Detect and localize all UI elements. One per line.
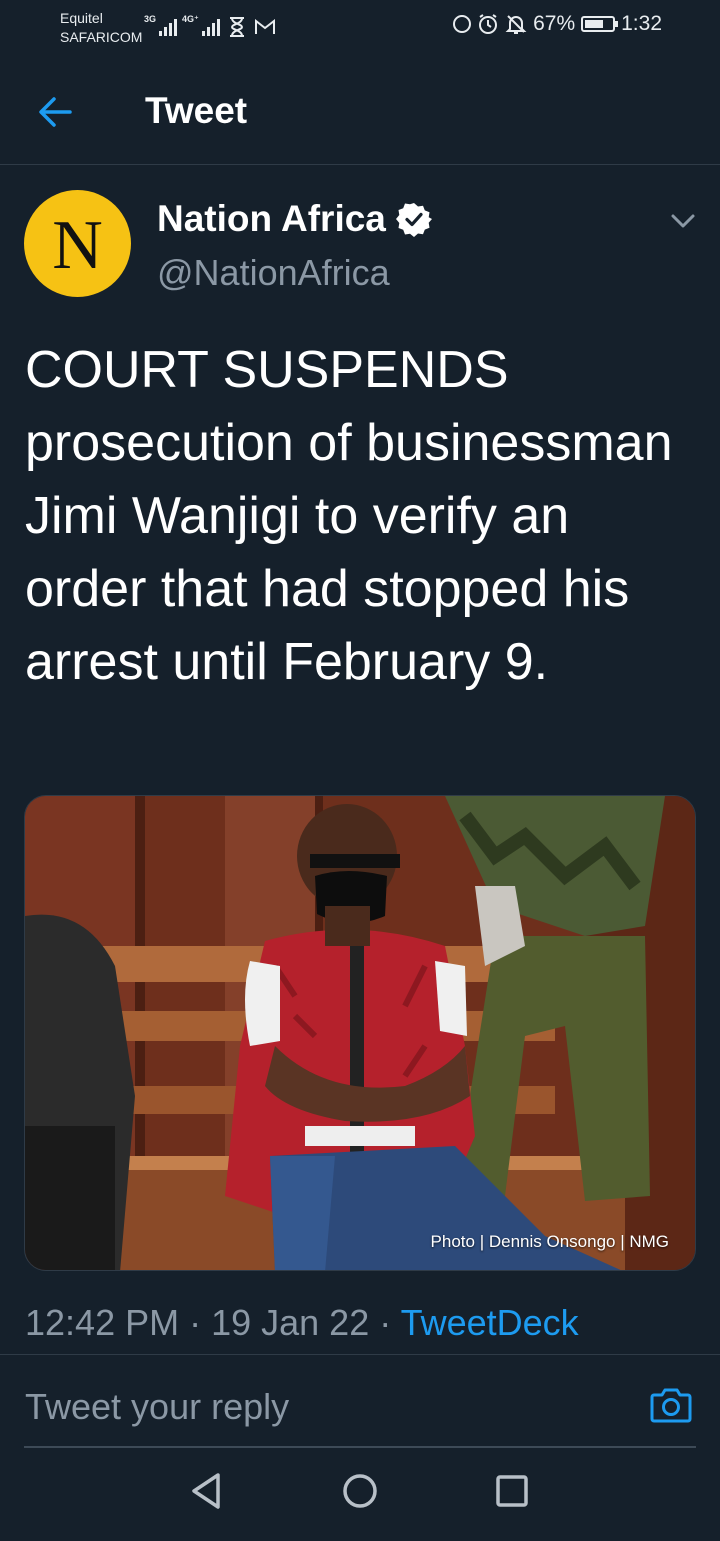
- author-handle[interactable]: @NationAfrica: [157, 252, 390, 294]
- tweet-time: 12:42 PM: [25, 1302, 180, 1343]
- bell-off-icon: [505, 15, 527, 34]
- display-name: Nation Africa: [157, 198, 386, 239]
- navigation-bar: [0, 1450, 720, 1541]
- network-4g-label: 4G⁺: [182, 14, 199, 24]
- status-bar: Equitel SAFARICOM 3G 4G⁺ 67% 1:32: [0, 0, 720, 56]
- circle-home-icon: [343, 1474, 377, 1508]
- nav-recents-button[interactable]: [488, 1467, 536, 1515]
- divider: [0, 1354, 720, 1355]
- reply-input[interactable]: Tweet your reply: [25, 1386, 289, 1428]
- tweet-date: 19 Jan 22: [211, 1302, 370, 1343]
- gmail-icon: [255, 19, 275, 34]
- hourglass-icon: [230, 17, 244, 37]
- page-title: Tweet: [145, 90, 248, 131]
- triangle-back-icon: [192, 1473, 220, 1509]
- chevron-down-icon: [671, 214, 695, 228]
- tweet-photo[interactable]: Photo | Dennis Onsongo | NMG: [24, 795, 696, 1271]
- photo-credit: Photo | Dennis Onsongo | NMG: [430, 1232, 669, 1251]
- tweet-source-link[interactable]: TweetDeck: [401, 1302, 579, 1343]
- meta-separator-2: ·: [369, 1302, 401, 1343]
- status-right: 67% 1:32: [453, 12, 662, 36]
- tweet-meta: 12:42 PM · 19 Jan 22 · TweetDeck: [25, 1302, 579, 1344]
- signal-3g-icon: 3G: [144, 14, 178, 36]
- arrow-left-icon: [39, 97, 72, 127]
- avatar-letter: N: [52, 206, 103, 284]
- signal-4g-icon: 4G⁺: [182, 14, 220, 36]
- camera-button[interactable]: [650, 1387, 692, 1425]
- nav-home-button[interactable]: [336, 1467, 384, 1515]
- verified-badge-icon: [395, 203, 432, 237]
- meta-separator-1: ·: [179, 1302, 212, 1343]
- back-button[interactable]: [34, 90, 78, 134]
- tweet-text: COURT SUSPENDS prosecution of businessma…: [25, 341, 673, 691]
- battery-percent: 67%: [533, 12, 576, 35]
- clock: 1:32: [621, 12, 662, 35]
- reply-underline: [24, 1446, 696, 1448]
- battery-icon: [581, 16, 619, 32]
- alarm-icon: [479, 14, 498, 34]
- data-saver-icon: [453, 15, 472, 33]
- top-bar: Tweet: [0, 56, 720, 165]
- author-name-row[interactable]: Nation Africa: [157, 198, 432, 240]
- carrier-network: SAFARICOM: [60, 29, 143, 45]
- carrier-info: Equitel SAFARICOM: [60, 9, 142, 47]
- square-recents-icon: [496, 1475, 528, 1507]
- photo-image: [25, 796, 695, 1270]
- carrier-name: Equitel: [60, 10, 103, 26]
- network-3g-label: 3G: [144, 14, 157, 24]
- avatar[interactable]: N: [24, 190, 131, 297]
- nav-back-button[interactable]: [182, 1467, 230, 1515]
- camera-icon: [650, 1388, 692, 1423]
- battery-fill: [585, 20, 603, 28]
- more-options-button[interactable]: [668, 206, 698, 236]
